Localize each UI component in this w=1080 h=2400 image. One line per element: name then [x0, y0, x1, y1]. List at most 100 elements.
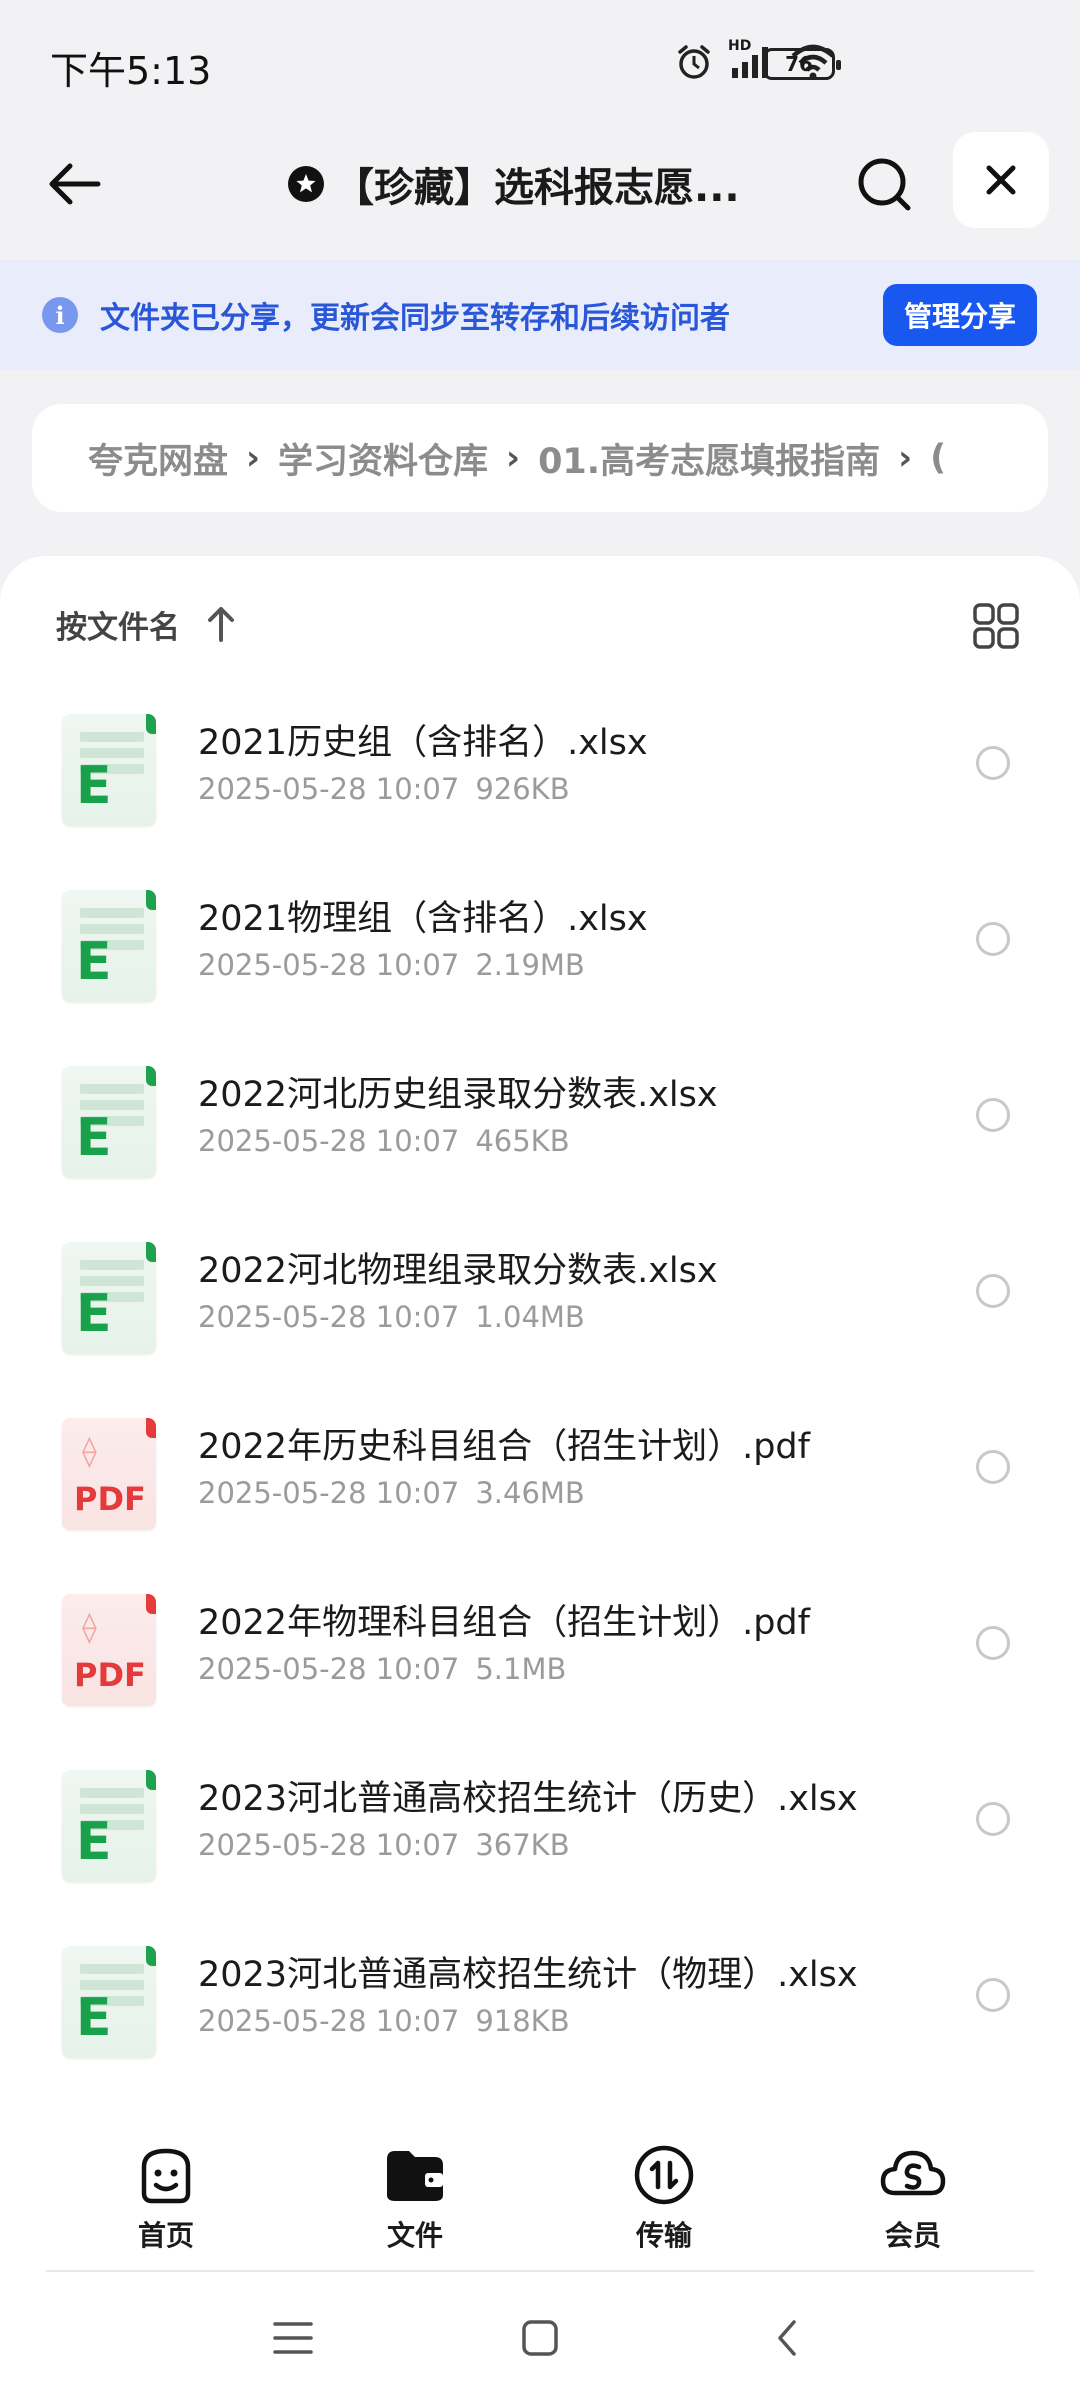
file-row[interactable]: E 2022河北历史组录取分数表.xlsx 2025-05-28 10:07 46… [0, 1028, 1080, 1204]
file-date: 2025-05-28 10:07 [198, 1476, 460, 1510]
file-meta: 2025-05-28 10:07 2.19MB [198, 948, 585, 982]
close-icon [986, 165, 1016, 195]
file-name: 2022年历史科目组合（招生计划）.pdf [198, 1427, 810, 1467]
breadcrumb-item-guide[interactable]: 01.高考志愿填报指南 [538, 433, 880, 484]
header: 【珍藏】选科报志愿... [0, 128, 1080, 240]
xlsx-file-icon: E [62, 1242, 156, 1354]
file-date: 2025-05-28 10:07 [198, 772, 460, 806]
bottom-nav: 首页 文件 传输 会员 [0, 2120, 1080, 2270]
nav-label: 首页 [137, 2219, 194, 2252]
nav-vip[interactable]: 会员 [843, 2140, 983, 2256]
back-button[interactable] [38, 148, 110, 220]
select-checkbox[interactable] [976, 1450, 1010, 1484]
battery-level: 76 [785, 52, 813, 76]
folder-icon [380, 2140, 450, 2210]
system-nav-bar [0, 2272, 1080, 2400]
file-date: 2025-05-28 10:07 [198, 1300, 460, 1334]
file-row[interactable]: E 2022河北物理组录取分数表.xlsx 2025-05-28 10:07 1.… [0, 1204, 1080, 1380]
xlsx-file-icon: E [62, 1946, 156, 2058]
title-area: 【珍藏】选科报志愿... [288, 154, 788, 214]
grid-view-button[interactable] [966, 596, 1026, 656]
file-meta: 2025-05-28 10:07 926KB [198, 772, 570, 806]
breadcrumb-item-current[interactable]: ( [930, 438, 946, 478]
chevron-right-icon: › [898, 438, 913, 478]
file-list: E 2021历史组（含排名）.xlsx 2025-05-28 10:07 926K… [0, 676, 1080, 2084]
status-time: 下午5:13 [50, 49, 212, 93]
file-meta: 2025-05-28 10:07 5.1MB [198, 1652, 566, 1686]
arrow-up-icon[interactable] [206, 604, 236, 648]
chevron-right-icon: › [506, 438, 521, 478]
file-meta: 2025-05-28 10:07 918KB [198, 2004, 570, 2038]
nav-transfer[interactable]: 传输 [594, 2140, 734, 2256]
breadcrumb-item-library[interactable]: 学习资料仓库 [278, 433, 488, 484]
breadcrumb-item-root[interactable]: 夸克网盘 [88, 433, 228, 484]
file-row[interactable]: E 2021历史组（含排名）.xlsx 2025-05-28 10:07 926K… [0, 676, 1080, 852]
select-checkbox[interactable] [976, 1626, 1010, 1660]
select-checkbox[interactable] [976, 746, 1010, 780]
search-icon [858, 158, 911, 211]
search-button[interactable] [850, 150, 918, 218]
xlsx-file-icon: E [62, 890, 156, 1002]
file-name: 2021历史组（含排名）.xlsx [198, 723, 648, 763]
breadcrumb-items: 夸克网盘 › 学习资料仓库 › 01.高考志愿填报指南 › ( [88, 404, 946, 512]
share-banner: i 文件夹已分享，更新会同步至转存和后续访问者 管理分享 [0, 260, 1080, 370]
select-checkbox[interactable] [976, 1098, 1010, 1132]
alarm-icon [674, 42, 714, 82]
file-size: 5.1MB [475, 1652, 567, 1686]
select-checkbox[interactable] [976, 922, 1010, 956]
page-title: 【珍藏】选科报志愿... [334, 165, 740, 211]
file-row[interactable]: ⟠ PDF 2022年物理科目组合（招生计划）.pdf 2025-05-28 10… [0, 1556, 1080, 1732]
menu-icon [273, 2322, 313, 2354]
select-checkbox[interactable] [976, 1274, 1010, 1308]
nav-label: 文件 [386, 2219, 443, 2252]
file-size: 465KB [475, 1124, 570, 1158]
sort-bar: 按文件名 [56, 596, 1026, 656]
file-size: 3.46MB [475, 1476, 585, 1510]
file-date: 2025-05-28 10:07 [198, 948, 460, 982]
chevron-left-icon [778, 2320, 796, 2356]
menu-button[interactable] [263, 2308, 323, 2368]
battery-icon: 76 [763, 48, 841, 80]
file-row[interactable]: E 2021物理组（含排名）.xlsx 2025-05-28 10:07 2.19… [0, 852, 1080, 1028]
xlsx-file-icon: E [62, 714, 156, 826]
file-name: 2023河北普通高校招生统计（物理）.xlsx [198, 1955, 858, 1995]
system-back-button[interactable] [757, 2308, 817, 2368]
smile-face-icon [131, 2140, 201, 2210]
file-row[interactable]: ⟠ PDF 2022年历史科目组合（招生计划）.pdf 2025-05-28 10… [0, 1380, 1080, 1556]
nav-home[interactable]: 首页 [96, 2140, 236, 2256]
info-icon: i [42, 297, 78, 333]
file-date: 2025-05-28 10:07 [198, 1652, 460, 1686]
file-meta: 2025-05-28 10:07 367KB [198, 1828, 570, 1862]
sort-by-name-button[interactable]: 按文件名 [56, 602, 180, 647]
star-badge-icon [288, 166, 324, 202]
file-meta: 2025-05-28 10:07 3.46MB [198, 1476, 585, 1510]
file-name: 2022年物理科目组合（招生计划）.pdf [198, 1603, 810, 1643]
breadcrumb: 夸克网盘 › 学习资料仓库 › 01.高考志愿填报指南 › ( [32, 404, 1048, 512]
screen: 下午5:13 HD 76 【珍藏】选科报志愿... i 文件夹已分享，更新会同步… [0, 0, 1080, 2400]
file-row[interactable]: E 2023河北普通高校招生统计（历史）.xlsx 2025-05-28 10:… [0, 1732, 1080, 1908]
transfer-icon [629, 2140, 699, 2210]
select-checkbox[interactable] [976, 1802, 1010, 1836]
nav-label: 会员 [884, 2219, 941, 2252]
pdf-file-icon: ⟠ PDF [62, 1594, 156, 1706]
home-button[interactable] [510, 2308, 570, 2368]
xlsx-file-icon: E [62, 1770, 156, 1882]
manage-share-button[interactable]: 管理分享 [883, 284, 1037, 346]
file-date: 2025-05-28 10:07 [198, 1828, 460, 1862]
pdf-file-icon: ⟠ PDF [62, 1418, 156, 1530]
file-size: 1.04MB [475, 1300, 585, 1334]
nav-files[interactable]: 文件 [345, 2140, 485, 2256]
file-date: 2025-05-28 10:07 [198, 2004, 460, 2038]
xlsx-file-icon: E [62, 1066, 156, 1178]
file-row[interactable]: E 2023河北普通高校招生统计（物理）.xlsx 2025-05-28 10:… [0, 1908, 1080, 2084]
close-button[interactable] [953, 132, 1049, 228]
file-name: 2021物理组（含排名）.xlsx [198, 899, 648, 939]
file-name: 2022河北历史组录取分数表.xlsx [198, 1075, 718, 1115]
nav-label: 传输 [635, 2219, 692, 2252]
select-checkbox[interactable] [976, 1978, 1010, 2012]
file-size: 367KB [475, 1828, 570, 1862]
file-size: 2.19MB [475, 948, 585, 982]
file-meta: 2025-05-28 10:07 465KB [198, 1124, 570, 1158]
status-bar: 下午5:13 HD 76 [0, 0, 1080, 120]
file-name: 2023河北普通高校招生统计（历史）.xlsx [198, 1779, 858, 1819]
